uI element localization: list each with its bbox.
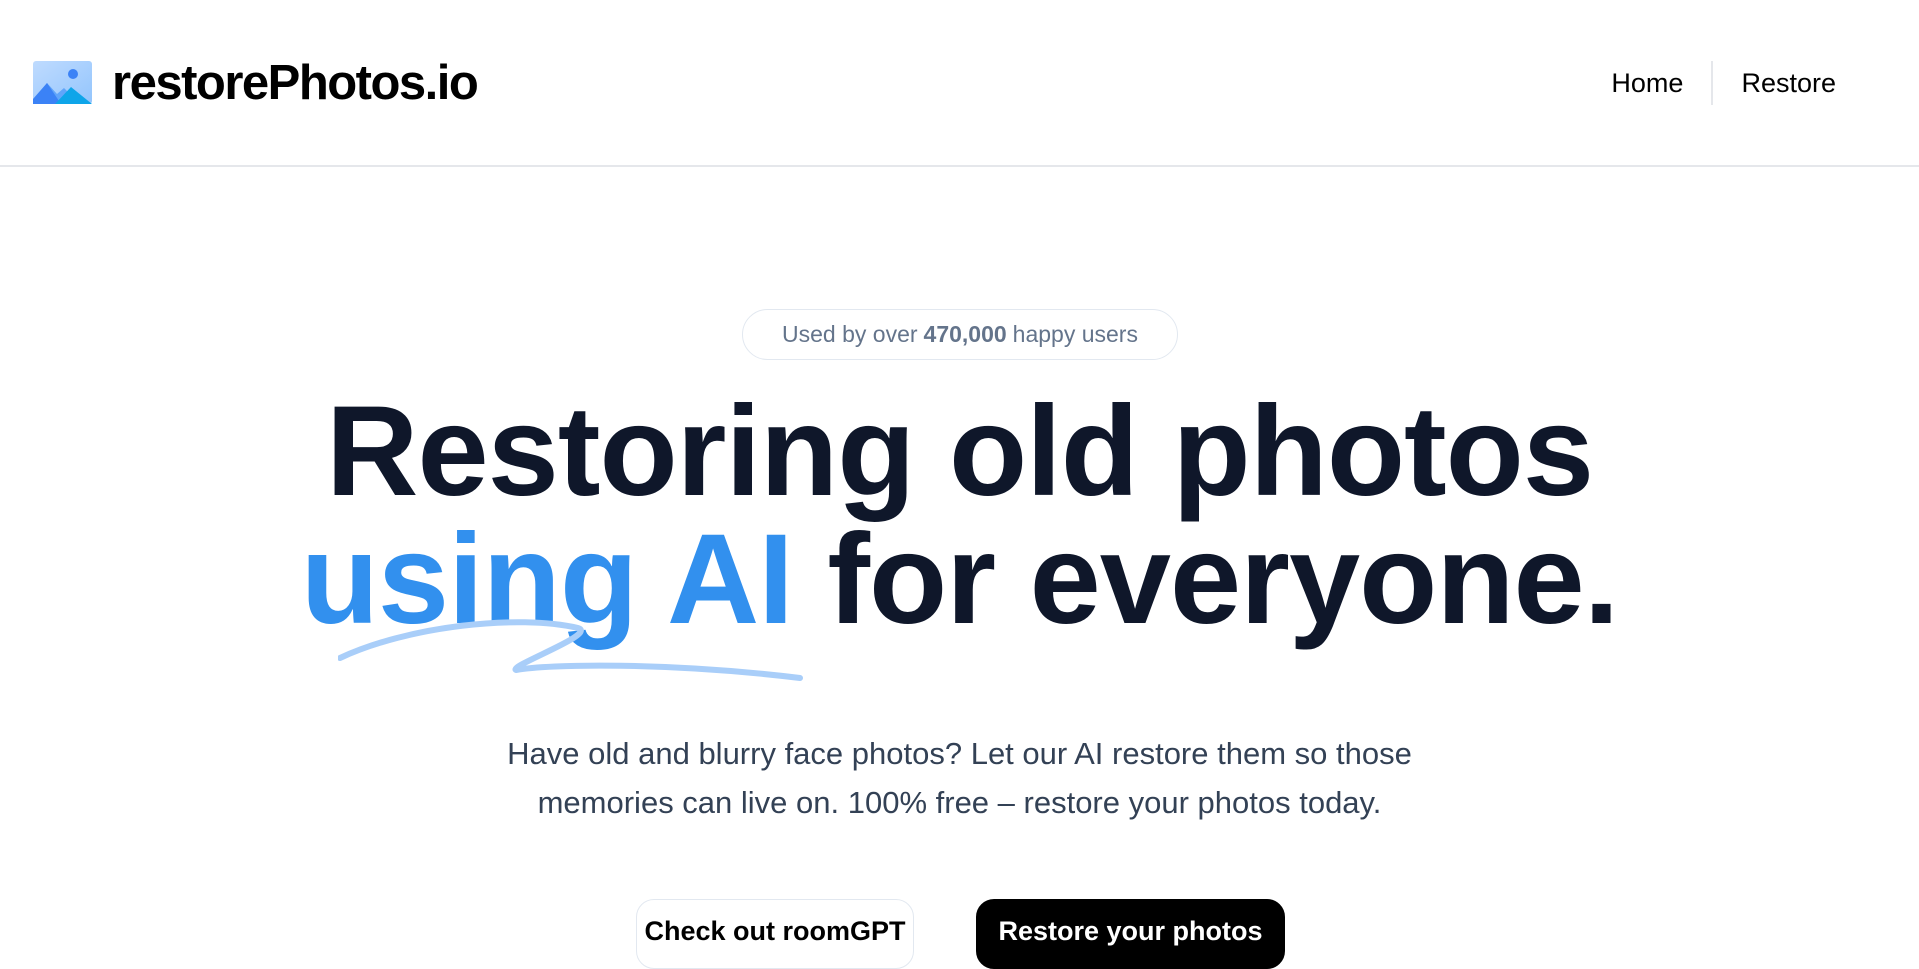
roomgpt-button[interactable]: Check out roomGPT — [636, 899, 914, 969]
badge-prefix: Used by over — [782, 321, 918, 347]
users-badge: Used by over 470,000 happy users — [742, 309, 1178, 360]
main-nav: Home Restore — [1583, 60, 1864, 105]
site-header: restorePhotos.io Home Restore — [0, 0, 1919, 167]
subtitle-line-2: memories can live on. 100% free – restor… — [537, 785, 1382, 820]
nav-home-link[interactable]: Home — [1583, 61, 1711, 105]
restore-photos-button[interactable]: Restore your photos — [976, 899, 1285, 969]
nav-restore-link[interactable]: Restore — [1713, 61, 1864, 105]
subtitle-line-1: Have old and blurry face photos? Let our… — [507, 736, 1412, 771]
badge-count: 470,000 — [923, 321, 1007, 347]
badge-suffix: happy users — [1012, 321, 1138, 347]
brand-link[interactable]: restorePhotos.io — [33, 55, 479, 111]
photo-icon — [33, 61, 92, 104]
headline-accent: using AI — [300, 508, 794, 651]
hero-subtitle: Have old and blurry face photos? Let our… — [0, 729, 1919, 827]
hero-headline: Restoring old photos using AI for everyo… — [0, 388, 1919, 644]
headline-line-2: using AI for everyone. — [0, 516, 1919, 644]
headline-line-1: Restoring old photos — [326, 380, 1594, 523]
brand-name: restorePhotos.io — [112, 55, 479, 110]
headline-rest: for everyone. — [827, 508, 1619, 651]
